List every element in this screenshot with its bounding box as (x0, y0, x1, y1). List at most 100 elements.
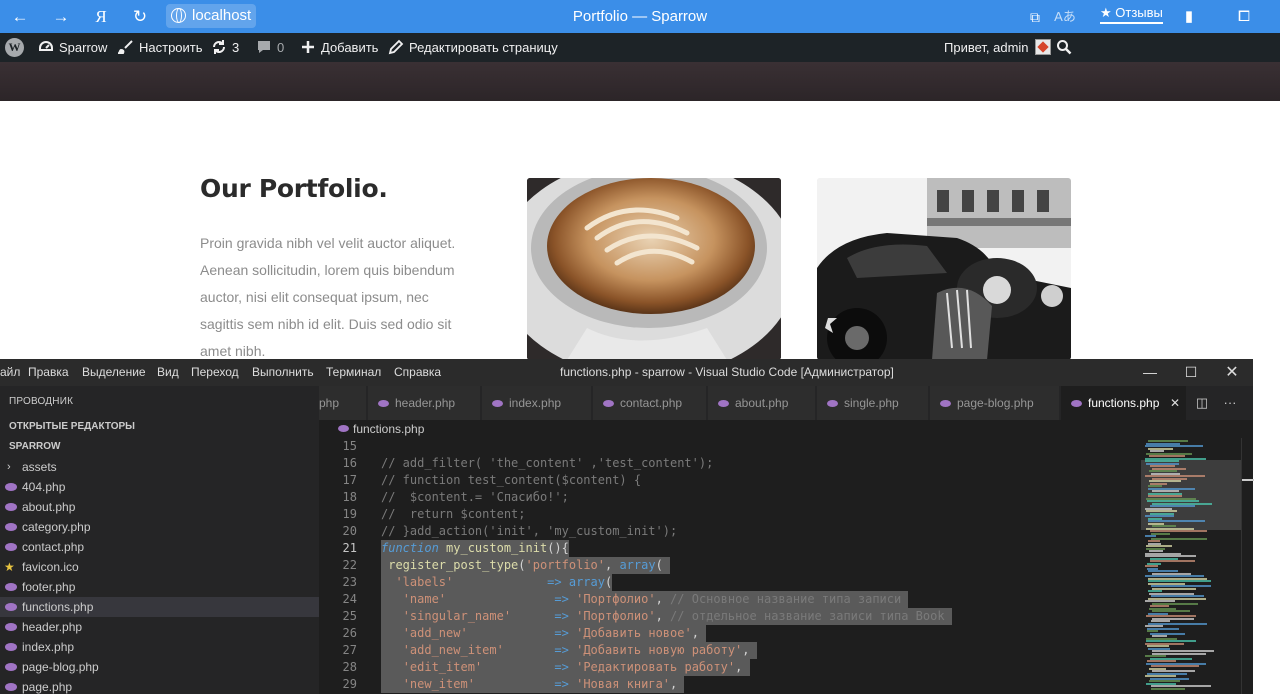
tab-contact[interactable]: contact.php (593, 386, 707, 420)
line-number: 27 (342, 643, 357, 657)
customize-menu[interactable]: Настроить (118, 33, 203, 62)
line-number: 21 (342, 541, 357, 555)
file-label: favicon.ico (22, 560, 79, 574)
file-favicon[interactable]: ★ favicon.ico (0, 557, 319, 577)
code-line: 25 'singular_name' => 'Портфолио', // от… (319, 608, 1139, 625)
code-line: 23 'labels' => array( (319, 574, 1139, 591)
vscode-titlebar: айл Правка Выделение Вид Переход Выполни… (0, 359, 1253, 386)
file-label: about.php (22, 500, 76, 514)
address-bar[interactable]: localhost (166, 4, 256, 28)
file-index[interactable]: index.php (0, 637, 319, 657)
file-contact[interactable]: contact.php (0, 537, 319, 557)
reader-icon[interactable]: Aあ (1054, 6, 1076, 28)
file-label: page.php (22, 680, 73, 694)
collections-icon[interactable]: ⧠ (1233, 6, 1255, 28)
edit-page-label: Редактировать страницу (409, 40, 558, 55)
code-line: 27 'add_new_item' => 'Добавить новую раб… (319, 642, 1139, 659)
file-about[interactable]: about.php (0, 497, 319, 517)
file-label: functions.php (22, 600, 94, 614)
close-window-icon[interactable]: ✕ (1212, 359, 1252, 386)
menu-terminal[interactable]: Терминал (326, 359, 381, 386)
chevron-right-icon: › (7, 461, 11, 473)
php-icon (5, 503, 17, 511)
php-icon (5, 623, 17, 631)
tab-functions[interactable]: functions.php ✕ (1061, 386, 1187, 420)
wordpress-logo-icon[interactable]: W (5, 38, 24, 57)
minimize-icon[interactable]: — (1130, 359, 1170, 386)
file-category[interactable]: category.php (0, 517, 319, 537)
tab-label: page-blog.php (957, 396, 1034, 410)
more-actions-icon[interactable]: ··· (1216, 386, 1244, 420)
file-page[interactable]: page.php (0, 677, 319, 694)
bookmark-icon[interactable]: ▮ (1178, 6, 1200, 28)
my-account-menu[interactable]: Привет, admin (944, 33, 1051, 62)
project-section[interactable]: SPARROW (0, 437, 319, 457)
updates-menu[interactable]: 3 (211, 33, 239, 62)
site-name-label: Sparrow (59, 40, 108, 55)
line-number: 20 (342, 524, 357, 538)
tab-index[interactable]: index.php (482, 386, 592, 420)
tab-page-blog[interactable]: page-blog.php (930, 386, 1060, 420)
tab-single[interactable]: single.php (817, 386, 929, 420)
forward-arrow-icon[interactable]: → (50, 6, 72, 28)
menu-run[interactable]: Выполнить (252, 359, 314, 386)
vscode-window: айл Правка Выделение Вид Переход Выполни… (0, 359, 1254, 694)
menu-view[interactable]: Вид (157, 359, 179, 386)
portfolio-image-vintage-car[interactable] (817, 178, 1071, 360)
pencil-icon (388, 39, 404, 55)
tab-header[interactable]: header.php (368, 386, 481, 420)
search-menu[interactable] (1056, 33, 1077, 62)
scroll-position-marker (1242, 479, 1254, 481)
folder-assets[interactable]: › assets (0, 457, 319, 477)
file-page-blog[interactable]: page-blog.php (0, 657, 319, 677)
vscode-window-title: functions.php - sparrow - Visual Studio … (560, 365, 894, 379)
line-number: 17 (342, 473, 357, 487)
menu-go[interactable]: Переход (191, 359, 239, 386)
open-editors-section[interactable]: ОТКРЫТЫЕ РЕДАКТОРЫ (0, 417, 319, 437)
line-number: 26 (342, 626, 357, 640)
reviews-button[interactable]: ★ Отзывы (1100, 5, 1163, 24)
php-icon (5, 523, 17, 531)
refresh-icon[interactable]: ↻ (129, 6, 151, 28)
portfolio-image-coffee[interactable] (527, 178, 781, 360)
menu-selection[interactable]: Выделение (82, 359, 146, 386)
code-editor[interactable]: 15 16// add_filter( 'the_content' ,'test… (319, 438, 1139, 694)
edit-page-link[interactable]: Редактировать страницу (388, 33, 558, 62)
php-icon (5, 603, 17, 611)
php-icon (492, 400, 503, 407)
explorer-title: ПРОВОДНИК (9, 396, 74, 407)
code-line: 29 'new_item' => 'Новая книга', (319, 676, 1139, 693)
file-header[interactable]: header.php (0, 617, 319, 637)
file-footer[interactable]: footer.php (0, 577, 319, 597)
site-name-menu[interactable]: Sparrow (38, 33, 107, 62)
file-label: 404.php (22, 480, 66, 494)
editor-scrollbar[interactable] (1241, 438, 1254, 694)
breadcrumb[interactable]: functions.php (319, 420, 1253, 438)
close-tab-icon[interactable]: ✕ (1170, 386, 1180, 420)
split-editor-icon[interactable]: ◫ (1188, 386, 1216, 420)
back-arrow-icon[interactable]: ← (9, 6, 31, 28)
code-line: 20// }add_action('init', 'my_custom_init… (319, 523, 1139, 540)
code-line: 24 'name' => 'Портфолио', // Основное на… (319, 591, 1139, 608)
php-icon (378, 400, 389, 407)
menu-file[interactable]: айл (0, 359, 20, 386)
minimap[interactable] (1141, 438, 1241, 694)
file-404[interactable]: 404.php (0, 477, 319, 497)
file-functions[interactable]: functions.php (0, 597, 319, 617)
line-number: 25 (342, 609, 357, 623)
maximize-icon[interactable]: ☐ (1171, 359, 1211, 386)
yandex-icon[interactable]: Я (90, 6, 112, 28)
add-new-menu[interactable]: Добавить (300, 33, 378, 62)
editor-tabs: php header.php index.php contact.php abo… (319, 386, 1253, 420)
tab-about[interactable]: about.php (708, 386, 816, 420)
line-number: 18 (342, 490, 357, 504)
menu-help[interactable]: Справка (394, 359, 441, 386)
plus-icon (302, 41, 314, 53)
tab-partial[interactable]: php (319, 386, 367, 420)
menu-edit[interactable]: Правка (28, 359, 69, 386)
translate-icon[interactable]: ⧉ (1024, 6, 1046, 28)
line-number: 28 (342, 660, 357, 674)
dashboard-icon (39, 40, 53, 51)
comments-menu[interactable]: 0 (256, 33, 284, 62)
php-icon (940, 400, 951, 407)
